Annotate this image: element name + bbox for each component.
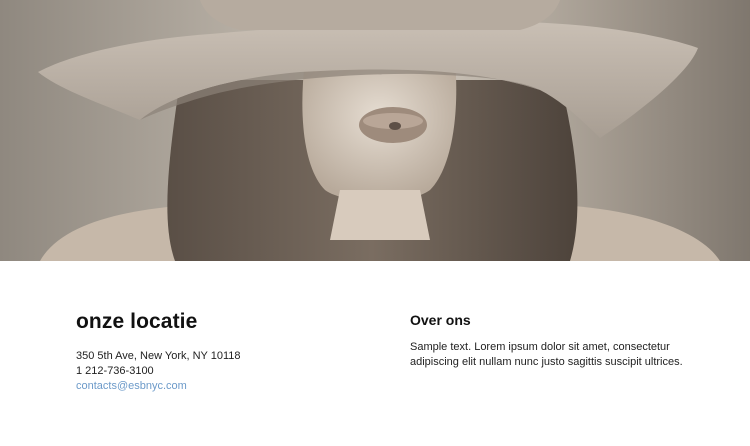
hero-photo-illustration bbox=[38, 0, 720, 261]
location-address: 350 5th Ave, New York, NY 10118 bbox=[76, 350, 241, 362]
about-text: Sample text. Lorem ipsum dolor sit amet,… bbox=[410, 341, 683, 368]
location-email-link[interactable]: contacts@esbnyc.com bbox=[76, 379, 241, 394]
info-section: onze locatie 350 5th Ave, New York, NY 1… bbox=[0, 261, 750, 446]
hero-image bbox=[0, 0, 750, 261]
location-title: onze locatie bbox=[76, 310, 198, 333]
location-details: 350 5th Ave, New York, NY 10118 1 212-73… bbox=[76, 349, 241, 394]
about-title: Over ons bbox=[410, 312, 471, 328]
location-phone: 1 212-736-3100 bbox=[76, 365, 154, 377]
